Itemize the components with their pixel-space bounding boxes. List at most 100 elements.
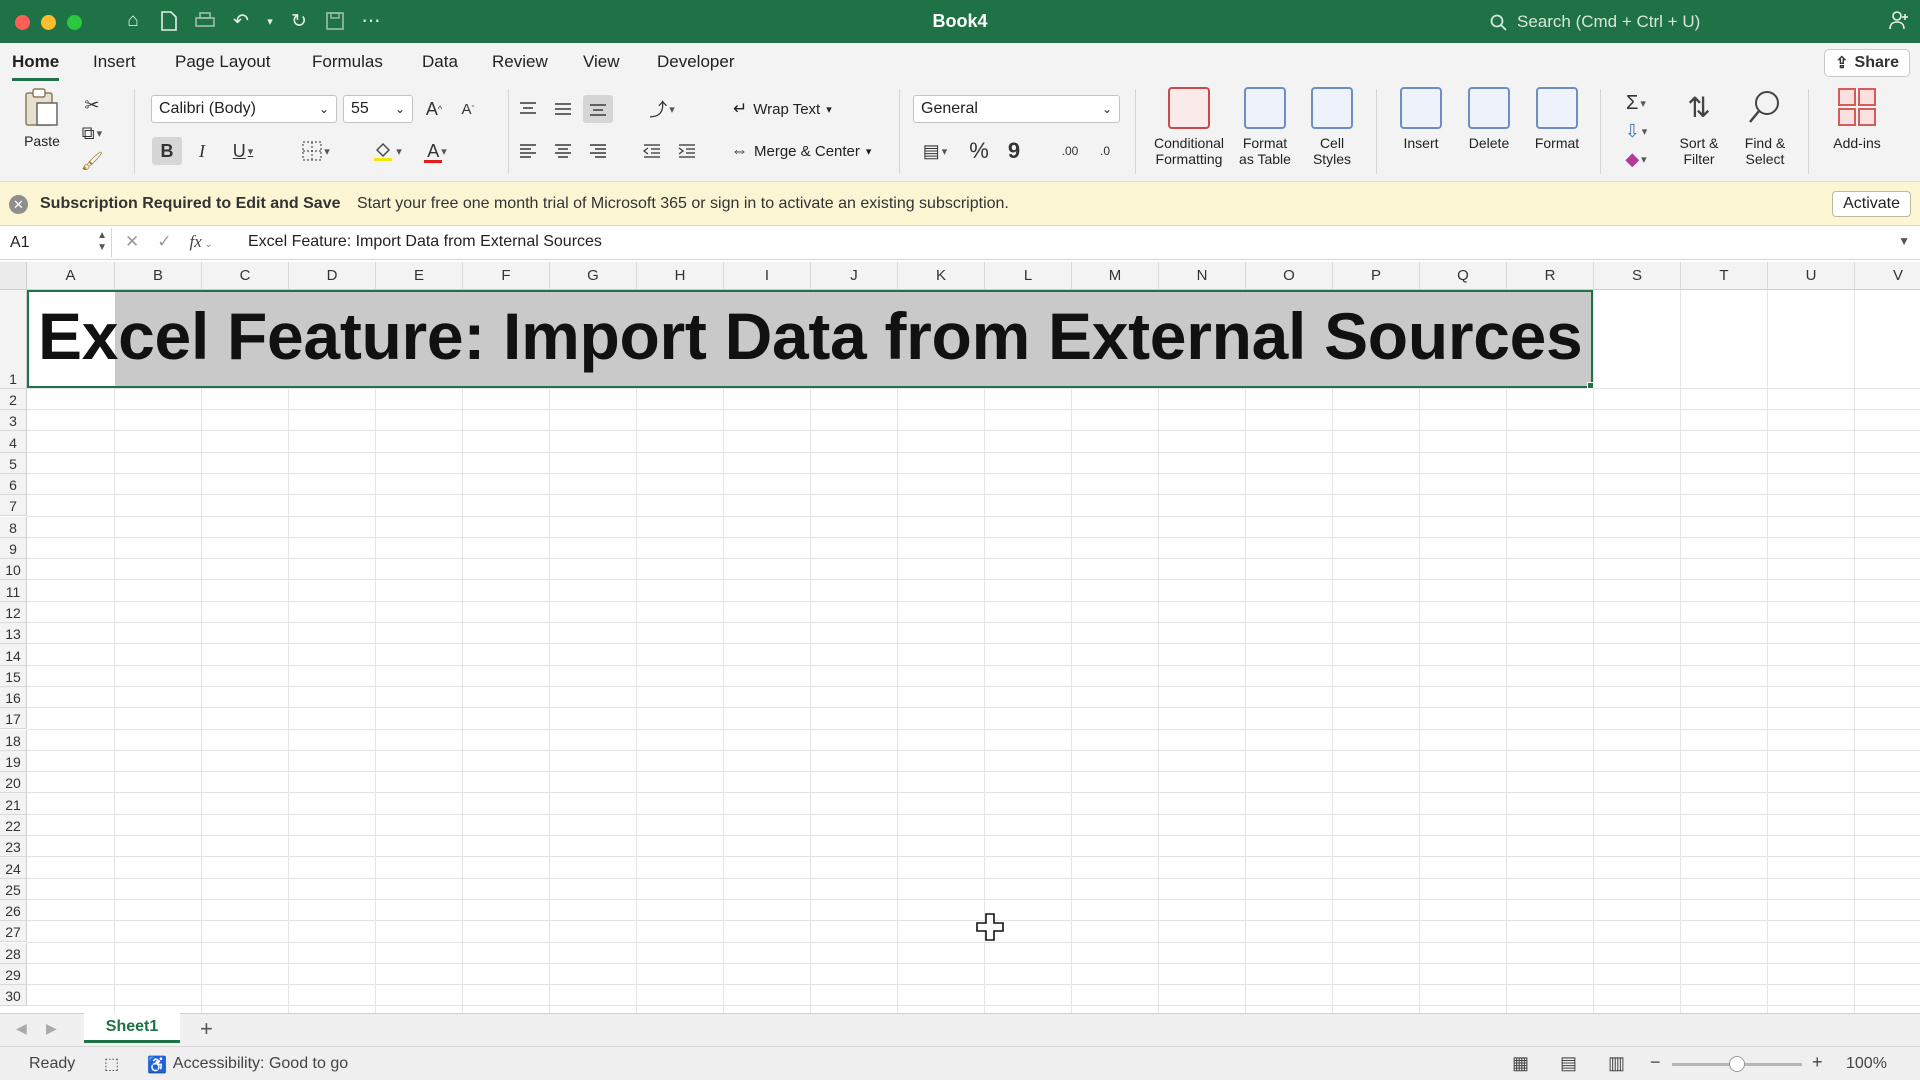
name-box[interactable]: A1 ▲ ▼ [0,228,112,257]
fill-icon[interactable]: ⇩ [1614,117,1658,145]
align-middle-icon[interactable] [548,95,578,123]
row-header-21[interactable]: 21 [0,793,27,815]
row-header-12[interactable]: 12 [0,601,27,623]
row-header-23[interactable]: 23 [0,836,27,858]
row-header-9[interactable]: 9 [0,537,27,560]
row-header-5[interactable]: 5 [0,452,27,474]
spreadsheet-grid[interactable]: A B C D E F G H I J K L M N O P Q R S T U V 1 2 3 4 5 6 7 8 9 10 11 12 13 1… [0,262,1920,1013]
column-header-i[interactable]: I [724,262,811,290]
add-sheet-button[interactable]: + [200,1016,213,1042]
row-header-24[interactable]: 24 [0,857,27,879]
align-bottom-icon[interactable] [583,95,613,123]
add-ins-button[interactable]: Add-ins [1818,87,1896,151]
share-people-icon[interactable] [1888,9,1910,36]
fill-handle[interactable] [1587,382,1594,389]
row-header-19[interactable]: 19 [0,750,27,773]
font-color-icon[interactable]: A [415,137,459,165]
cancel-icon[interactable]: ✕ [125,232,139,252]
sheet-tab-sheet1[interactable]: Sheet1 [84,1013,180,1043]
underline-button[interactable]: U [222,137,264,165]
column-header-t[interactable]: T [1681,262,1768,290]
row-header-17[interactable]: 17 [0,708,27,730]
column-header-q[interactable]: Q [1420,262,1507,290]
column-header-a[interactable]: A [27,262,115,290]
merge-center-button[interactable]: ⇔ Merge & Center ▾ [731,137,871,165]
tab-page-layout[interactable]: Page Layout [175,52,270,72]
row-header-29[interactable]: 29 [0,963,27,986]
accounting-format-icon[interactable]: ▤ [913,137,957,165]
activate-button[interactable]: Activate [1832,191,1911,217]
row-header-3[interactable]: 3 [0,410,27,432]
enter-icon[interactable]: ✓ [157,232,171,252]
autosum-icon[interactable]: Σ [1614,89,1658,117]
column-header-n[interactable]: N [1159,262,1246,290]
insert-function-button[interactable]: fx ⌄ [190,232,213,252]
format-painter-icon[interactable]: 🖌 [77,147,107,175]
column-header-c[interactable]: C [202,262,289,290]
column-header-j[interactable]: J [811,262,898,290]
delete-cells-button[interactable]: Delete [1456,87,1522,151]
page-layout-view-icon[interactable]: ▤ [1560,1053,1577,1074]
column-header-g[interactable]: G [550,262,637,290]
conditional-formatting-button[interactable]: Conditional Formatting [1148,87,1230,167]
align-right-icon[interactable] [583,137,613,165]
search-box[interactable]: Search (Cmd + Ctrl + U) [1490,9,1820,35]
expand-formula-bar-icon[interactable]: ▼ [1898,234,1910,248]
tab-home[interactable]: Home [12,52,60,81]
row-header-26[interactable]: 26 [0,899,27,922]
column-header-v[interactable]: V [1855,262,1920,290]
format-as-table-button[interactable]: Format as Table [1230,87,1300,167]
tab-insert[interactable]: Insert [93,52,136,72]
insert-cells-button[interactable]: Insert [1388,87,1454,151]
select-all-corner[interactable] [0,262,27,290]
normal-view-icon[interactable]: ▦ [1512,1053,1529,1074]
column-header-f[interactable]: F [463,262,550,290]
row-header-1[interactable]: 1 [0,290,27,389]
row-header-14[interactable]: 14 [0,644,27,666]
zoom-slider-thumb[interactable] [1729,1056,1745,1072]
increase-font-size-icon[interactable]: A ^ [419,95,449,123]
column-header-p[interactable]: P [1333,262,1420,290]
zoom-slider[interactable] [1672,1056,1802,1072]
zoom-level[interactable]: 100% [1846,1055,1887,1073]
column-header-r[interactable]: R [1507,262,1594,290]
font-size-select[interactable]: 55 ⌄ [343,95,413,123]
row-header-25[interactable]: 25 [0,878,27,900]
column-header-h[interactable]: H [637,262,724,290]
percent-style-button[interactable]: % [964,137,994,165]
row-header-30[interactable]: 30 [0,985,27,1007]
row-header-22[interactable]: 22 [0,814,27,836]
italic-button[interactable]: I [187,137,217,165]
cell-styles-button[interactable]: Cell Styles [1302,87,1362,167]
decrease-decimal-icon[interactable]: .0 [1090,137,1120,165]
decrease-indent-icon[interactable] [637,137,667,165]
tab-data[interactable]: Data [422,52,458,72]
column-header-k[interactable]: K [898,262,985,290]
zoom-in-button[interactable]: + [1812,1052,1823,1073]
bold-button[interactable]: B [152,137,182,165]
page-break-view-icon[interactable]: ▥ [1608,1053,1625,1074]
fill-color-icon[interactable] [365,137,409,165]
increase-indent-icon[interactable] [672,137,702,165]
find-select-button[interactable]: Find & Select [1730,87,1800,167]
accessibility-status[interactable]: ♿ Accessibility: Good to go [147,1055,348,1075]
row-header-10[interactable]: 10 [0,559,27,581]
zoom-out-button[interactable]: − [1650,1052,1661,1073]
tab-view[interactable]: View [583,52,620,72]
align-top-icon[interactable] [513,95,543,123]
copy-icon[interactable]: ⧉ [77,119,107,147]
tab-review[interactable]: Review [492,52,548,72]
scroll-left-icon[interactable]: ◀ [16,1020,27,1037]
tab-developer[interactable]: Developer [657,52,735,72]
row-header-4[interactable]: 4 [0,431,27,453]
column-header-m[interactable]: M [1072,262,1159,290]
column-header-s[interactable]: S [1594,262,1681,290]
clear-icon[interactable]: ◆ [1614,145,1658,173]
row-header-20[interactable]: 20 [0,772,27,794]
paste-button[interactable]: Paste [16,87,68,149]
tab-formulas[interactable]: Formulas [312,52,383,72]
decrease-font-size-icon[interactable]: Aˇ [453,95,483,123]
borders-icon[interactable] [294,137,338,165]
row-header-6[interactable]: 6 [0,473,27,496]
macro-record-icon[interactable]: ⬚ [104,1054,119,1074]
